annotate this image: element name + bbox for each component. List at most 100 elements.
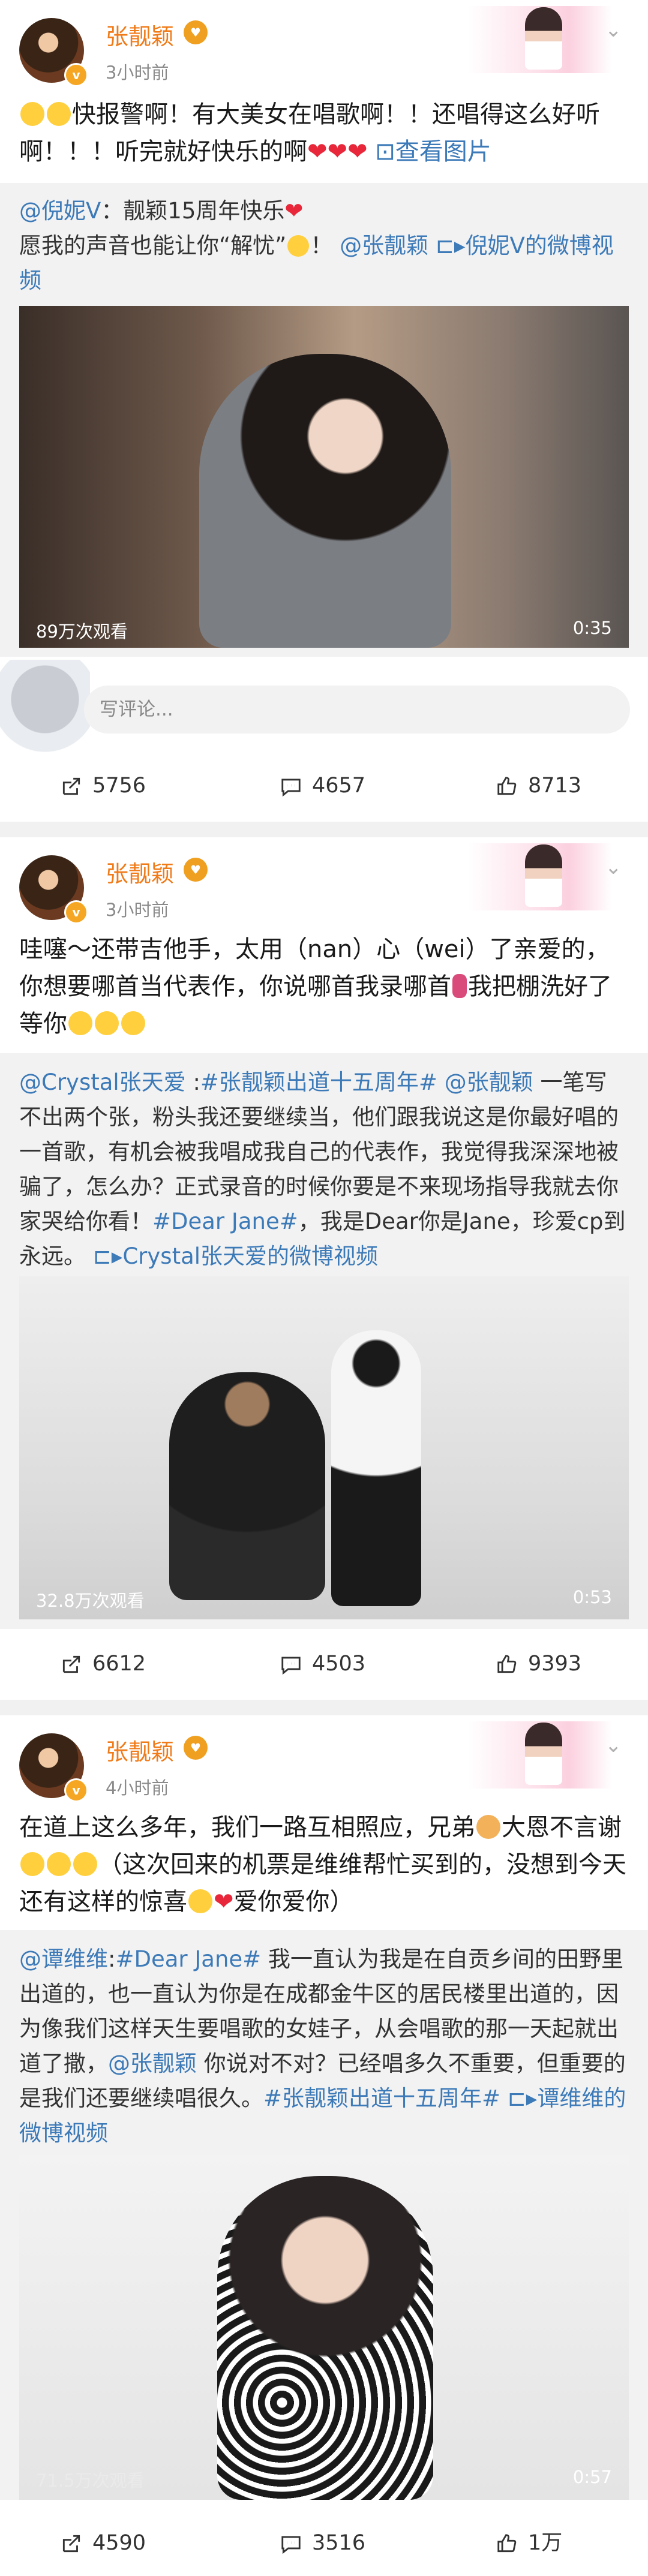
- repost-text: @Crystal张天爱 :#张靓颖出道十五周年# @张靓颖 一笔写不出两个张，粉…: [19, 1069, 626, 1269]
- like-button[interactable]: 1万: [496, 2510, 562, 2576]
- video-icon: ⊏▸: [507, 2085, 538, 2111]
- repost-author[interactable]: @倪妮V: [19, 198, 101, 224]
- heart-icon: ❤: [284, 198, 304, 224]
- laugh-emoji-icon: [20, 1852, 44, 1876]
- image-icon: ⊡: [375, 138, 395, 166]
- laugh-emoji-icon: [73, 1852, 97, 1876]
- laugh-emoji-icon: [68, 1011, 92, 1035]
- profile-decoration: [468, 1721, 612, 1789]
- repost-card[interactable]: @Crystal张天爱 :#张靓颖出道十五周年# @张靓颖 一笔写不出两个张，粉…: [0, 1053, 648, 1629]
- repost-button[interactable]: 5756: [60, 753, 146, 819]
- video-duration: 0:53: [572, 1587, 612, 1607]
- post-actions: 6612 4503 9393: [0, 1631, 648, 1697]
- hashtag-link[interactable]: #Dear Jane#: [115, 1946, 261, 1972]
- vip-badge-icon: ♥: [184, 20, 208, 44]
- view-count: 89万次观看: [36, 621, 128, 642]
- verified-badge-icon: v: [64, 1778, 88, 1802]
- video-guitarist: [169, 1372, 325, 1600]
- kiss-emoji-icon: [121, 1011, 145, 1035]
- video-link[interactable]: ⊏▸Crystal张天爱的微博视频: [93, 1243, 378, 1269]
- username[interactable]: 张靓颖: [106, 1733, 174, 1766]
- view-image-link[interactable]: ⊡查看图片: [375, 138, 491, 166]
- laugh-emoji-icon: [47, 1852, 71, 1876]
- video-figure: [217, 2176, 433, 2500]
- repost-text: @谭维维:#Dear Jane# 我一直认为我是在自贡乡间的田野里出道的，也一直…: [19, 1946, 626, 2146]
- like-button[interactable]: 9393: [496, 1631, 581, 1697]
- post-text: 哇噻～还带吉他手，太用（nan）心（wei）了亲爱的，你想要哪首当代表作，你说哪…: [19, 936, 612, 1038]
- like-button[interactable]: 8713: [496, 753, 581, 819]
- crying-emoji-icon: [47, 102, 71, 126]
- comment-icon: [281, 778, 301, 797]
- commenter-avatar: [0, 660, 90, 759]
- video-icon: ⊏▸: [92, 1243, 123, 1269]
- repost-text: @倪妮V：靓颖15周年快乐❤ 愿我的声音也能让你“解忧”！ @张靓颖 ⊏▸倪妮V…: [19, 198, 614, 293]
- heart-icon: ❤: [214, 1888, 234, 1916]
- mention-link[interactable]: @张靓颖: [445, 1069, 533, 1095]
- post-time: 3小时前: [106, 62, 169, 83]
- post-text: 在道上这么多年，我们一路互相照应，兄弟 大恩不言谢（这次回来的机票是维维帮忙买到的…: [19, 1814, 626, 1916]
- laugh-emoji-icon: [95, 1011, 119, 1035]
- avatar[interactable]: v: [19, 855, 88, 924]
- crying-emoji-icon: [20, 102, 44, 126]
- divider: [0, 1700, 648, 1715]
- hashtag-link[interactable]: #Dear Jane#: [152, 1209, 298, 1234]
- mention-link[interactable]: @张靓颖: [340, 233, 428, 258]
- comment-icon: [281, 1657, 301, 1675]
- share-icon: [62, 777, 80, 795]
- video-duration: 0:35: [572, 618, 612, 638]
- comment-button[interactable]: 3516: [280, 2510, 365, 2576]
- comment-input[interactable]: 写评论...: [84, 686, 630, 734]
- video-icon: ⊏▸: [435, 233, 466, 258]
- verified-badge-icon: v: [64, 63, 88, 87]
- video-player[interactable]: 89万次观看 0:35: [19, 306, 629, 648]
- thumbs-up-icon: [497, 1655, 517, 1673]
- share-icon: [62, 1655, 80, 1673]
- divider: [0, 822, 648, 837]
- video-duration: 0:57: [572, 2467, 612, 2487]
- thumbs-up-icon: [497, 2534, 517, 2553]
- post-actions: 5756 4657 8713: [0, 753, 648, 819]
- post-time: 3小时前: [106, 900, 169, 920]
- verified-badge-icon: v: [64, 900, 88, 924]
- smile-emoji-icon: [287, 235, 310, 257]
- post-actions: 4590 3516 1万: [0, 2510, 648, 2576]
- video-singer: [331, 1330, 421, 1606]
- crying-emoji-icon: [188, 1889, 212, 1913]
- hashtag-link[interactable]: #张靓颖出道十五周年#: [263, 2085, 500, 2111]
- chevron-down-icon[interactable]: ⌄: [605, 1733, 622, 1757]
- view-count: 32.8万次观看: [36, 1591, 145, 1611]
- profile-decoration: [468, 843, 612, 910]
- comment-button[interactable]: 4657: [280, 753, 365, 819]
- vip-badge-icon: ♥: [184, 858, 208, 882]
- post-text: 快报警啊！有大美女在唱歌啊！！还唱得这么好听啊！！！听完就好快乐的啊❤❤❤ ⊡查…: [19, 101, 600, 166]
- repost-card[interactable]: @倪妮V：靓颖15周年快乐❤ 愿我的声音也能让你“解忧”！ @张靓颖 ⊏▸倪妮V…: [0, 183, 648, 657]
- heart-icon: ❤❤❤: [307, 138, 368, 166]
- share-icon: [62, 2535, 80, 2553]
- avatar[interactable]: v: [19, 1733, 88, 1802]
- comment-button[interactable]: 4503: [280, 1631, 365, 1697]
- post-3: v 张靓颖 ♥ 4小时前 ⌄ 在道上这么多年，我们一路互相照应，兄弟 大恩不言谢（…: [0, 1715, 648, 2561]
- chevron-down-icon[interactable]: ⌄: [605, 855, 622, 879]
- comment-icon: [281, 2536, 301, 2554]
- video-player[interactable]: 32.8万次观看 0:53: [19, 1276, 629, 1619]
- person-icon: [452, 974, 467, 998]
- username[interactable]: 张靓颖: [106, 18, 174, 51]
- vip-badge-icon: ♥: [184, 1736, 208, 1760]
- repost-author[interactable]: @谭维维: [19, 1946, 108, 1972]
- fist-bump-icon: [476, 1815, 500, 1839]
- avatar[interactable]: v: [19, 18, 88, 87]
- thumbs-up-icon: [497, 777, 517, 795]
- post-time: 4小时前: [106, 1778, 169, 1798]
- mention-link[interactable]: @张靓颖: [108, 2051, 197, 2076]
- hashtag-link[interactable]: #张靓颖出道十五周年#: [200, 1069, 437, 1095]
- repost-button[interactable]: 6612: [60, 1631, 146, 1697]
- chevron-down-icon[interactable]: ⌄: [605, 18, 622, 42]
- repost-author[interactable]: @Crystal张天爱: [19, 1069, 186, 1095]
- view-count: 71.5万次观看: [36, 2470, 145, 2491]
- post-2: v 张靓颖 ♥ 3小时前 ⌄ 哇噻～还带吉他手，太用（nan）心（wei）了亲爱…: [0, 837, 648, 1695]
- username[interactable]: 张靓颖: [106, 855, 174, 888]
- repost-button[interactable]: 4590: [60, 2510, 146, 2576]
- video-player[interactable]: 71.5万次观看 0:57: [19, 2155, 629, 2500]
- repost-card[interactable]: @谭维维:#Dear Jane# 我一直认为我是在自贡乡间的田野里出道的，也一直…: [0, 1930, 648, 2500]
- video-figure: [199, 354, 451, 648]
